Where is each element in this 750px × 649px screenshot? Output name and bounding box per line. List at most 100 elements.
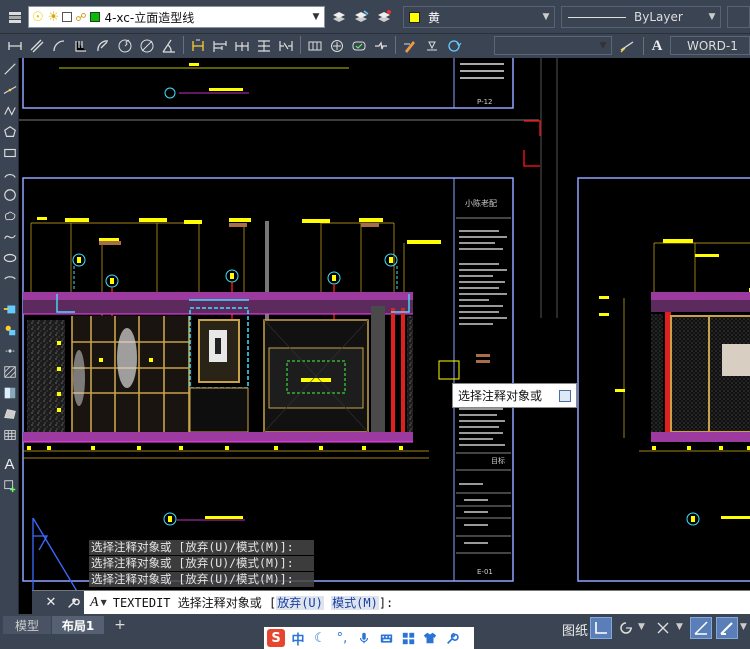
lightbulb-icon[interactable]: ☉ xyxy=(32,10,44,25)
spline-icon[interactable] xyxy=(0,226,19,247)
shirt-icon[interactable] xyxy=(421,629,439,647)
lineweight-dropdown[interactable] xyxy=(727,6,750,28)
hatch-icon[interactable] xyxy=(0,361,19,382)
dim-diameter-icon[interactable] xyxy=(137,36,157,56)
chevron-down-icon[interactable]: ▼ xyxy=(101,598,107,607)
dim-space-icon[interactable] xyxy=(254,36,274,56)
chevron-down-icon[interactable]: ▼ xyxy=(538,7,554,27)
table-icon[interactable] xyxy=(0,424,19,445)
sogou-logo-icon[interactable]: S xyxy=(267,629,285,647)
layer-dropdown[interactable]: ☉ ☀ ☍ 4-xc-立面造型线 ▼ xyxy=(28,6,325,28)
microphone-icon[interactable] xyxy=(355,629,373,647)
textstyle-dropdown[interactable]: WORD-1 xyxy=(670,36,750,55)
command-input[interactable]: TEXTEDIT 选择注释对象或 [放弃(U) 模式(M)]: xyxy=(113,594,394,611)
chevron-down-icon[interactable]: ▼ xyxy=(676,622,683,632)
mtext-icon[interactable]: A xyxy=(0,454,19,475)
close-icon[interactable]: ✕ xyxy=(40,590,62,615)
chevron-down-icon[interactable]: ▼ xyxy=(638,622,645,632)
quick-dim-icon[interactable] xyxy=(188,36,208,56)
object-snap-icon[interactable] xyxy=(652,617,674,639)
center-mark-icon[interactable] xyxy=(327,36,347,56)
circle-icon[interactable] xyxy=(0,184,19,205)
option-undo[interactable]: 放弃(U) xyxy=(276,596,324,610)
toolbar-separator xyxy=(0,445,18,454)
dim-jogged-icon[interactable] xyxy=(115,36,135,56)
dimstyle-icon[interactable] xyxy=(617,36,637,56)
layer-previous-icon[interactable] xyxy=(351,7,371,27)
dim-baseline-icon[interactable] xyxy=(210,36,230,56)
dim-aligned-icon[interactable] xyxy=(27,36,47,56)
dim-radius-icon[interactable] xyxy=(93,36,113,56)
add-layout-button[interactable]: + xyxy=(110,616,130,634)
chevron-down-icon[interactable]: ▼ xyxy=(308,7,324,27)
layer-match-icon[interactable] xyxy=(374,7,394,27)
arc-icon[interactable] xyxy=(0,163,19,184)
command-prompt-icon[interactable]: A xyxy=(90,595,99,611)
wrench-icon[interactable] xyxy=(443,629,461,647)
point-icon[interactable] xyxy=(0,340,19,361)
lock-icon[interactable]: ☍ xyxy=(75,11,86,24)
ellipse-arc-icon[interactable] xyxy=(0,268,19,289)
sheet-title: 小陈老配 xyxy=(465,198,497,208)
tooltip-options-icon[interactable] xyxy=(559,390,571,402)
region-icon[interactable] xyxy=(0,403,19,424)
command-line[interactable]: ✕ A ▼ TEXTEDIT 选择注释对象或 [放弃(U) 模式(M)]: xyxy=(32,590,750,615)
make-block-icon[interactable] xyxy=(0,319,19,340)
linetype-dropdown[interactable]: ByLayer ▼ xyxy=(561,6,721,28)
dim-edit-icon[interactable] xyxy=(400,36,420,56)
dim-ordinate-icon[interactable] xyxy=(71,36,91,56)
chevron-down-icon[interactable]: ▼ xyxy=(740,622,747,632)
gradient-icon[interactable] xyxy=(0,382,19,403)
punctuation-icon[interactable]: °, xyxy=(333,629,351,647)
grid-icon[interactable] xyxy=(399,629,417,647)
sheet-main-elevation: 小陈老配 目标 E-01 xyxy=(22,177,514,582)
add-selected-icon[interactable] xyxy=(0,475,19,496)
dim-linear-icon[interactable] xyxy=(5,36,25,56)
tolerance-icon[interactable] xyxy=(305,36,325,56)
square-icon[interactable] xyxy=(62,12,73,22)
drawing-canvas[interactable]: P-12 小陈老配 目标 E-01 xyxy=(19,58,750,614)
dim-text-edit-icon[interactable] xyxy=(422,36,442,56)
color-dropdown[interactable]: 黄 ▼ xyxy=(403,6,555,28)
dimstyle-dropdown[interactable]: ▼ xyxy=(494,36,612,55)
revcloud-icon[interactable] xyxy=(0,205,19,226)
snap-grid-icon[interactable] xyxy=(590,617,612,639)
polygon-icon[interactable] xyxy=(0,121,19,142)
line-icon[interactable] xyxy=(0,58,19,79)
tab-model[interactable]: 模型 xyxy=(3,616,51,634)
command-line-grip[interactable] xyxy=(32,590,40,615)
polyline-icon[interactable] xyxy=(0,100,19,121)
layer-name: 4-xc-立面造型线 xyxy=(104,10,195,25)
dim-break-icon[interactable] xyxy=(276,36,296,56)
construction-line-icon[interactable] xyxy=(0,79,19,100)
wrench-icon[interactable] xyxy=(62,590,84,615)
polar-tracking-icon[interactable] xyxy=(615,617,637,639)
chevron-down-icon[interactable]: ▼ xyxy=(595,37,611,54)
sheet-mid-label: 目标 xyxy=(491,456,505,465)
chevron-down-icon[interactable]: ▼ xyxy=(704,7,720,27)
dim-arc-icon[interactable] xyxy=(49,36,69,56)
command-suffix: ]: xyxy=(378,596,394,610)
insert-block-icon[interactable] xyxy=(0,298,19,319)
lineweight-display-icon[interactable] xyxy=(716,617,738,639)
make-current-layer-icon[interactable] xyxy=(329,7,349,27)
dim-continue-icon[interactable] xyxy=(232,36,252,56)
sun-icon[interactable]: ☀ xyxy=(48,10,60,25)
ucs-icon xyxy=(32,517,82,599)
sheet-top-left: P-12 xyxy=(19,58,558,318)
isodraft-icon[interactable] xyxy=(690,617,712,639)
paper-space-label[interactable]: 图纸 xyxy=(562,620,588,639)
layer-properties-icon[interactable] xyxy=(5,7,25,27)
option-mode[interactable]: 模式(M) xyxy=(331,596,379,610)
jogged-linear-icon[interactable] xyxy=(371,36,391,56)
ellipse-icon[interactable] xyxy=(0,247,19,268)
moon-icon[interactable]: ☾ xyxy=(311,629,329,647)
rectangle-icon[interactable] xyxy=(0,142,19,163)
keyboard-icon[interactable] xyxy=(377,629,395,647)
tab-layout1[interactable]: 布局1 xyxy=(52,616,104,634)
dim-update-icon[interactable] xyxy=(444,36,464,56)
chinese-mode-icon[interactable]: 中 xyxy=(289,629,307,648)
text-style-icon[interactable]: A xyxy=(647,36,667,56)
dim-angular-icon[interactable] xyxy=(159,36,179,56)
inspect-icon[interactable] xyxy=(349,36,369,56)
